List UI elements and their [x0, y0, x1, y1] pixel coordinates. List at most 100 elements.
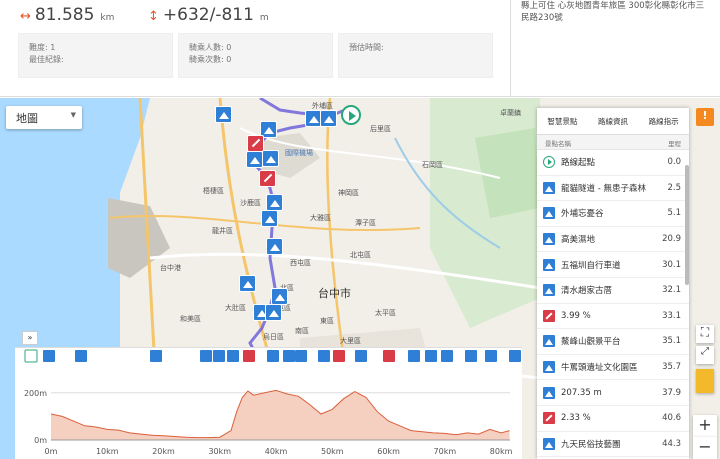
map-poi-marker[interactable]	[262, 150, 279, 167]
x-tick-label: 30km	[208, 447, 231, 456]
x-tick-label: 80km	[490, 447, 513, 456]
distance-unit: km	[100, 13, 115, 23]
poi-distance: 37.9	[662, 387, 681, 398]
elevation-area	[51, 390, 510, 440]
chart-poi-marker	[150, 350, 162, 362]
tab-route-directions[interactable]: 路線指示	[638, 108, 689, 134]
landscape-icon	[543, 207, 555, 220]
zoom-out-button[interactable]: −	[693, 437, 717, 459]
poi-name: 龍貓隧道 - 無患子森林	[561, 183, 646, 194]
poi-distance: 32.1	[662, 285, 681, 296]
col-km-header: 里程	[668, 140, 681, 148]
collapse-elevation-icon[interactable]: »	[22, 331, 38, 345]
route-start-marker[interactable]	[341, 105, 361, 125]
map-slope-marker[interactable]	[247, 135, 264, 152]
map-poi-marker[interactable]	[271, 288, 288, 305]
tab-route-info[interactable]: 路線資訊	[588, 108, 639, 134]
chart-poi-marker	[318, 350, 330, 362]
map-poi-marker[interactable]	[266, 238, 283, 255]
poi-list-item[interactable]: 路線起點 0.0	[537, 150, 689, 176]
address-text: 縣上可住 心灰地圖青年旅區 300彰化縣彰化市三民路230號	[510, 0, 720, 97]
poi-list-item[interactable]: 五福圳自行車道 30.1	[537, 252, 689, 278]
label-beitun: 北屯區	[350, 251, 371, 259]
map-layer-select[interactable]: 地圖 ▼	[6, 106, 82, 129]
chart-poi-marker	[441, 350, 453, 362]
label-dadu: 大肚區	[225, 304, 246, 312]
chevron-down-icon: ▼	[70, 111, 76, 119]
map-poi-marker[interactable]	[215, 106, 232, 123]
distance-icon: ↔	[20, 9, 31, 24]
elevation-chart[interactable]: 0m 200m 0m 10km 20km 30km 40km 50km 60km 70km 80km	[15, 348, 522, 459]
street-view-pegman-icon[interactable]	[696, 369, 714, 393]
map-slope-marker[interactable]	[259, 170, 276, 187]
chart-poi-marker	[213, 350, 225, 362]
label-harbor: 台中港	[160, 264, 181, 272]
label-daya: 大雅區	[310, 214, 331, 222]
map-poi-marker[interactable]	[239, 275, 256, 292]
map-poi-marker[interactable]	[265, 304, 282, 321]
play-icon	[543, 156, 555, 169]
label-wuqi: 梧棲區	[203, 187, 224, 195]
map-poi-marker[interactable]	[261, 210, 278, 227]
slope-icon	[543, 309, 555, 322]
poi-list-item[interactable]: 清水趙家古厝 32.1	[537, 278, 689, 304]
poi-list-item[interactable]: 鰲峰山觀景平台 35.1	[537, 329, 689, 355]
slope-icon	[543, 412, 555, 425]
label-shigang: 石岡區	[422, 161, 443, 169]
expand-icon[interactable]: ⤢	[696, 346, 714, 364]
label-xitun: 西屯區	[290, 259, 311, 267]
poi-list-item[interactable]: 牛罵頭遺址文化園區 35.7	[537, 355, 689, 381]
chart-poi-marker	[200, 350, 212, 362]
map-poi-marker[interactable]	[320, 110, 337, 127]
chart-poi-marker	[408, 350, 420, 362]
poi-name: 外埔忘憂谷	[561, 209, 604, 220]
poi-distance: 35.7	[662, 362, 681, 373]
label-longjing: 龍井區	[212, 227, 233, 235]
app-root: ↔ 81.585 km ↕ +632/-811 m 難度: 1 最佳紀錄: 騎乘人數: …	[0, 0, 720, 459]
tab-smart-poi[interactable]: 智慧景點	[537, 108, 588, 134]
distance-stat: ↔ 81.585 km	[20, 5, 114, 25]
poi-name: 清水趙家古厝	[561, 286, 613, 297]
elevation-unit: m	[259, 13, 269, 23]
label-wuri: 烏日區	[263, 333, 284, 341]
x-tick-label: 50km	[321, 447, 344, 456]
poi-list-header: 景點名稱 里程	[537, 135, 689, 150]
warning-icon[interactable]	[696, 108, 714, 126]
riders-box: 騎乘人數: 0 騎乘次數: 0	[178, 33, 333, 78]
label-taiping: 太平區	[375, 309, 396, 317]
chart-poi-marker	[43, 350, 55, 362]
y-tick-label: 0m	[34, 436, 47, 445]
poi-list-item[interactable]: 高美濕地 20.9	[537, 227, 689, 253]
label-shalu: 沙鹿區	[240, 199, 261, 207]
zoom-in-button[interactable]: +	[693, 415, 717, 437]
x-tick-label: 10km	[96, 447, 119, 456]
label-east: 東區	[320, 317, 334, 325]
rides-count-text: 騎乘次數: 0	[189, 55, 232, 64]
poi-list-item[interactable]: 九天民俗技藝團 44.3	[537, 432, 689, 458]
chart-poi-marker	[465, 350, 477, 362]
poi-list-item[interactable]: 龍貓隧道 - 無患子森林 2.5	[537, 176, 689, 202]
poi-list-item[interactable]: 外埔忘憂谷 5.1	[537, 201, 689, 227]
elevation-stat: ↕ +632/-811 m	[148, 5, 269, 25]
label-dali: 大里區	[340, 337, 361, 345]
label-zhuolan: 卓蘭鎮	[500, 109, 521, 117]
map-poi-marker[interactable]	[246, 151, 263, 168]
panel-scrollbar[interactable]	[685, 165, 689, 285]
best-record-text: 最佳紀錄:	[29, 55, 64, 64]
estimated-time-text: 預估時間:	[349, 43, 384, 52]
difficulty-text: 難度: 1	[29, 43, 56, 52]
poi-list-item[interactable]: 207.35 m 37.9	[537, 380, 689, 406]
landscape-icon	[543, 361, 555, 374]
chart-poi-marker	[295, 350, 307, 362]
landscape-icon	[543, 437, 555, 450]
poi-list-item[interactable]: 2.33 % 40.6	[537, 406, 689, 432]
landscape-icon	[543, 258, 555, 271]
map-poi-marker[interactable]	[266, 194, 283, 211]
poi-list-item[interactable]: 3.99 % 33.1	[537, 304, 689, 330]
landscape-icon	[543, 335, 555, 348]
chart-poi-marker	[333, 350, 345, 362]
fullscreen-icon[interactable]: ⛶	[696, 325, 714, 343]
label-shengang: 神岡區	[338, 189, 359, 197]
chart-poi-marker	[283, 350, 295, 362]
label-tanzi: 潭子區	[355, 219, 376, 227]
